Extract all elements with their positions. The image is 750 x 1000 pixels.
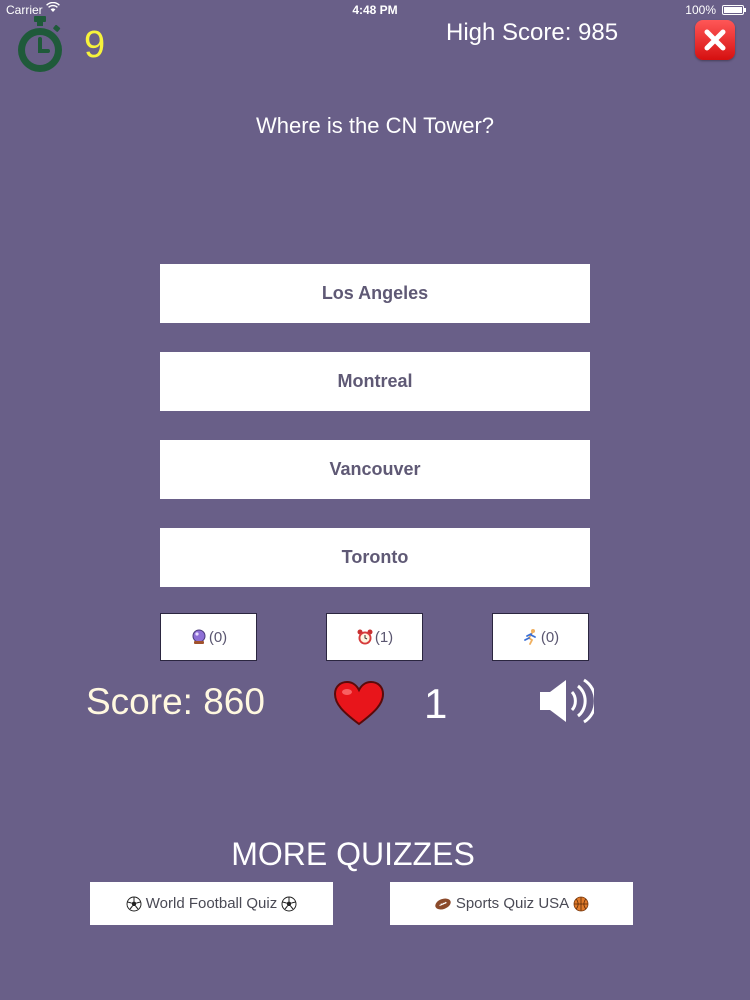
alarm-clock-icon <box>357 629 373 645</box>
timer-count: 9 <box>84 24 106 66</box>
american-football-icon <box>435 898 451 909</box>
lifeline-crystal-ball-button[interactable]: (0) <box>160 613 257 661</box>
sports-quiz-usa-button[interactable]: Sports Quiz USA <box>390 882 633 925</box>
runner-icon <box>523 629 536 645</box>
speaker-icon[interactable] <box>538 674 594 728</box>
basketball-icon <box>573 896 589 911</box>
lifeline-count: (1) <box>374 628 394 646</box>
heart-icon <box>333 680 385 726</box>
stopwatch-icon <box>18 16 62 72</box>
answer-button-3[interactable]: Vancouver <box>160 440 590 499</box>
lifeline-count: (0) <box>540 628 560 646</box>
status-time: 4:48 PM <box>352 3 398 17</box>
close-icon <box>704 29 726 51</box>
lifeline-alarm-clock-button[interactable]: (1) <box>326 613 423 661</box>
score-label: Score: 860 <box>86 681 265 722</box>
high-score: High Score: 985 <box>446 19 619 46</box>
world-football-quiz-button[interactable]: World Football Quiz <box>90 882 333 925</box>
soccer-ball-icon <box>281 896 297 911</box>
lifeline-count: (0) <box>208 628 228 646</box>
answer-button-1[interactable]: Los Angeles <box>160 264 590 323</box>
question-text: Where is the CN Tower? <box>255 113 494 138</box>
soccer-ball-icon <box>126 896 142 911</box>
promo-label: Sports Quiz USA <box>455 895 570 912</box>
promo-label: World Football Quiz <box>145 895 278 912</box>
crystal-ball-icon <box>192 629 206 644</box>
battery-icon <box>722 5 746 15</box>
answer-button-2[interactable]: Montreal <box>160 352 590 411</box>
close-button[interactable] <box>695 20 735 60</box>
battery-percent: 100% <box>685 3 716 17</box>
lifeline-runner-button[interactable]: (0) <box>492 613 589 661</box>
lives-count: 1 <box>424 680 448 727</box>
more-quizzes-heading: MORE QUIZZES <box>231 836 475 872</box>
answer-button-4[interactable]: Toronto <box>160 528 590 587</box>
